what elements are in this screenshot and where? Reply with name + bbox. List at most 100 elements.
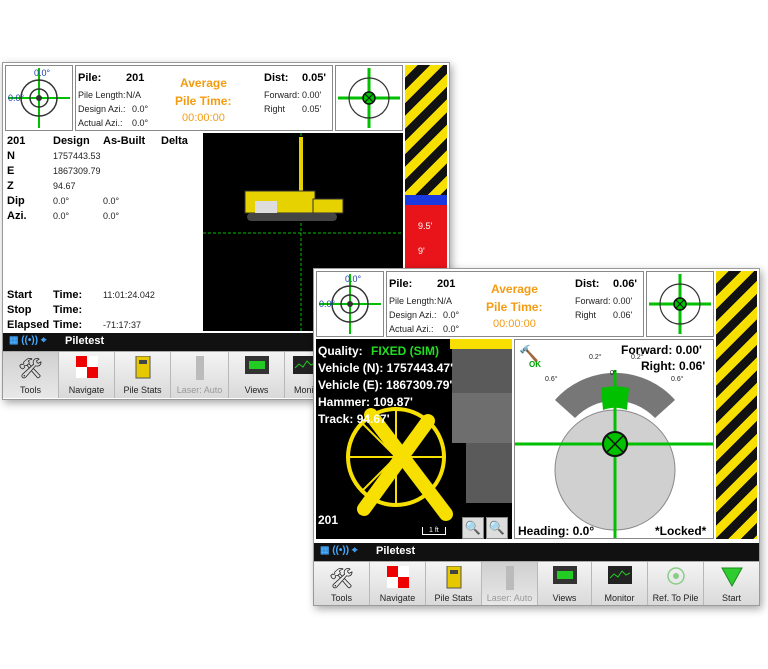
row-design: 1757443.53	[53, 151, 101, 161]
avg-title2: Pile Time:	[175, 94, 232, 108]
pile-stats-icon	[446, 566, 461, 589]
elapsed-label: Elapsed	[7, 319, 50, 331]
checker-flag-icon	[75, 356, 98, 378]
right-label: Right	[575, 310, 597, 320]
gps-status-icon: ▦ ((•)) ⌖	[9, 335, 47, 346]
deg-label: 0°	[610, 370, 617, 377]
forward-label: Forward:	[575, 296, 611, 306]
start-button[interactable]: Start	[704, 562, 759, 605]
tilt-left-label: 0.0°	[319, 299, 336, 309]
row-design: 0.0°	[53, 211, 70, 221]
stop-label: Stop	[7, 304, 32, 316]
laser-icon	[505, 566, 514, 590]
crosshair-target-icon	[338, 68, 400, 128]
actual-azi-value: 0.0°	[443, 324, 460, 334]
pile-length-value: N/A	[126, 90, 142, 100]
target-right: Right: 0.06'	[641, 359, 706, 373]
pile-stats-icon	[135, 356, 150, 379]
col-design: Design	[53, 135, 90, 147]
gps-status-icon: ▦ ((•)) ⌖	[320, 545, 358, 556]
row-design: 94.67	[53, 181, 76, 191]
pile-stats-button[interactable]: Pile Stats	[426, 562, 482, 605]
project-name: Piletest	[376, 545, 416, 557]
forward-label: Forward:	[264, 90, 300, 100]
tilt-top-label: 0.0°	[34, 68, 51, 78]
scale-blue	[405, 195, 447, 205]
forward-value: 0.00'	[613, 296, 633, 306]
status-bar: ▦ ((•)) ⌖ Piletest	[314, 543, 759, 561]
start-time-value: 11:01:24.042	[103, 290, 155, 300]
views-icon	[552, 566, 577, 584]
wrench-icon: 🛠	[328, 568, 355, 590]
target-mini	[646, 271, 714, 337]
elapsed-time-label: Time:	[53, 319, 83, 331]
navigate-button[interactable]: Navigate	[59, 352, 115, 398]
hammer: Hammer: 109.87'	[318, 395, 413, 409]
right-label: Right	[264, 104, 286, 114]
actual-azi-label: Actual Azi.:	[389, 324, 434, 334]
map-scale: 1 ft	[422, 527, 446, 535]
tilt-indicator: 0.0° 0.0°	[316, 271, 384, 337]
map-view: Quality: FIXED (SIM) Vehicle (N): 175744…	[316, 339, 512, 539]
views-icon	[244, 356, 269, 374]
tools-button[interactable]: 🛠 Tools	[314, 562, 370, 605]
magnifier-minus-icon: 🔍	[464, 520, 482, 535]
laser-auto-button[interactable]: Laser: Auto	[171, 352, 229, 398]
pile-length-value: N/A	[437, 296, 453, 306]
right-value: 0.05'	[302, 104, 322, 114]
elapsed-time-value: -71:17:37	[103, 320, 142, 330]
row-label: E	[7, 165, 15, 177]
zoom-in-button[interactable]: 🔍	[486, 517, 508, 539]
quality-value: FIXED (SIM)	[371, 344, 439, 358]
dist-value: 0.05'	[302, 72, 327, 84]
deg-label: 0.6°	[545, 376, 558, 383]
avg-title2: Pile Time:	[486, 300, 543, 314]
start-time-label: Time:	[53, 289, 83, 301]
row-label: Dip	[7, 195, 25, 207]
crosshair-target-icon	[649, 274, 711, 334]
row-asbuilt: 0.0°	[103, 211, 120, 221]
map-pile-id: 201	[318, 513, 339, 527]
target-mini	[335, 65, 403, 131]
pile-length-label: Pile Length:	[389, 296, 437, 306]
actual-azi-label: Actual Azi.:	[78, 118, 123, 128]
pile-stats-button[interactable]: Pile Stats	[115, 352, 171, 398]
views-button[interactable]: Views	[538, 562, 592, 605]
pile-label: Pile:	[389, 278, 413, 290]
row-label: Z	[7, 180, 14, 192]
hazard-stripe	[405, 65, 447, 195]
zoom-out-button[interactable]: 🔍	[462, 517, 484, 539]
design-azi-label: Design Azi.:	[389, 310, 437, 320]
row-label: N	[7, 150, 15, 162]
pile-value: 201	[126, 72, 145, 84]
deg-label: 0.2°	[631, 354, 644, 361]
col-asbuilt: As-Built	[103, 135, 146, 147]
tools-button[interactable]: 🛠 Tools	[3, 352, 59, 398]
ref-to-pile-button[interactable]: Ref. To Pile	[648, 562, 704, 605]
pile-value: 201	[437, 278, 456, 290]
right-value: 0.06'	[613, 310, 633, 320]
monitor-button[interactable]: Monitor	[592, 562, 648, 605]
design-azi-value: 0.0°	[132, 104, 149, 114]
front-window: 0.0° 0.0° Pile: 201 Pile Length: N/A Des…	[313, 268, 760, 606]
avg-title: Average	[180, 76, 227, 90]
avg-title: Average	[491, 282, 538, 296]
row-design: 0.0°	[53, 196, 70, 206]
laser-auto-button[interactable]: Laser: Auto	[482, 562, 538, 605]
tilt-top-label: 0.0°	[345, 274, 362, 284]
pile-info-panel: Pile: 201 Pile Length: N/A Design Azi.: …	[386, 271, 644, 337]
wrench-icon: 🛠	[17, 358, 44, 380]
laser-icon	[195, 356, 204, 380]
dist-label: Dist:	[264, 72, 289, 84]
views-button[interactable]: Views	[229, 352, 285, 398]
deg-label: 0.2°	[589, 354, 602, 361]
hazard-stripe	[716, 271, 757, 539]
vehicle-e: Vehicle (E): 1867309.79'	[318, 378, 453, 392]
row-asbuilt: 0.0°	[103, 196, 120, 206]
pile-label: Pile:	[78, 72, 102, 84]
scale-red	[405, 205, 447, 273]
tilt-indicator: 0.0° 0.0°	[5, 65, 73, 131]
design-azi-label: Design Azi.:	[78, 104, 126, 114]
navigate-button[interactable]: Navigate	[370, 562, 426, 605]
row-design: 1867309.79	[53, 166, 101, 176]
